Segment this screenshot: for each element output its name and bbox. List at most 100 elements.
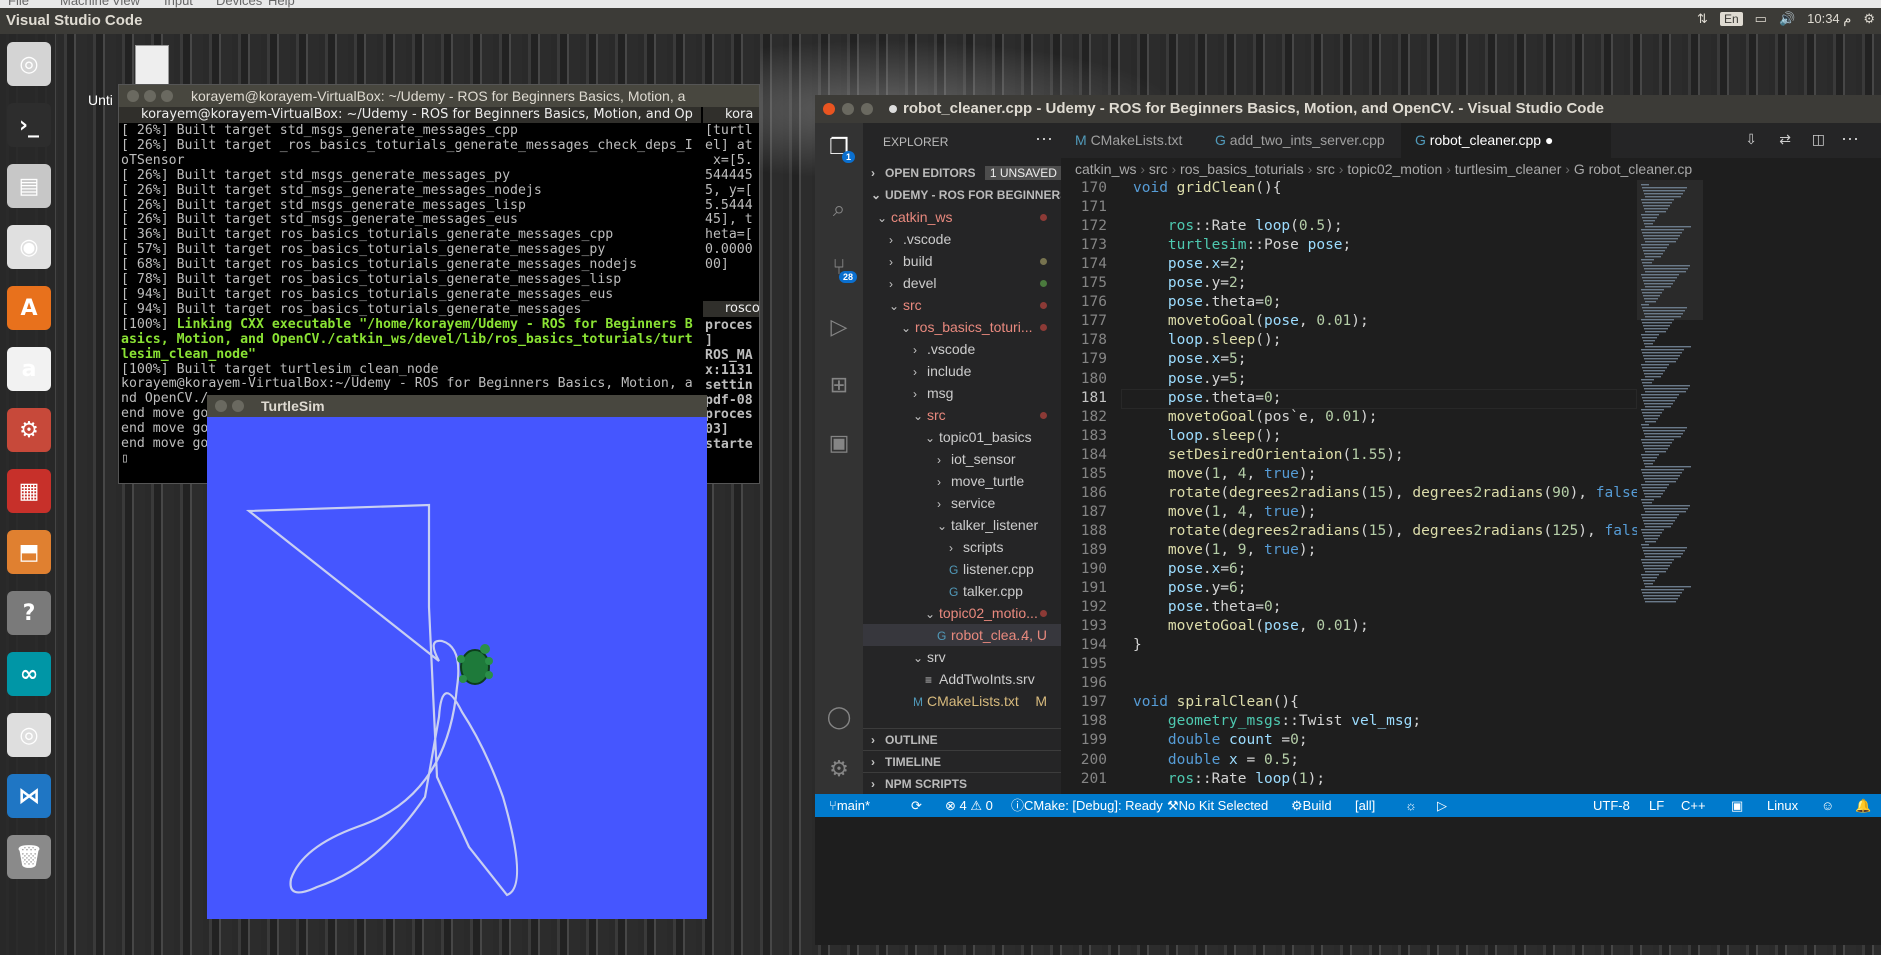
minimize-icon[interactable] [842,103,854,115]
folder-item[interactable]: › scripts [863,536,1061,558]
minimap[interactable] [1637,180,1703,794]
code-line[interactable]: movetoGoal(pose, 0.01); [1133,618,1369,634]
unsaved-dot-icon[interactable]: ● [1541,132,1553,148]
chrome-icon[interactable]: ◉ [7,225,51,269]
more-actions-icon[interactable]: ⋯ [1035,129,1053,150]
terminal-tab-1-label[interactable]: korayem@korayem-VirtualBox: ~/Udemy - RO… [141,107,693,122]
kit-selector[interactable]: ⚒ No Kit Selected [1167,794,1268,817]
folder-item[interactable]: › move_turtle [863,470,1061,492]
code-line[interactable]: double x = 0.5; [1133,752,1299,768]
files-icon[interactable]: ▤ [7,164,51,208]
gear-icon[interactable]: ⚙ [1863,11,1875,27]
code-line[interactable]: pose.y=6; [1133,580,1247,596]
launch-icon[interactable]: ▷ [1437,794,1447,817]
folder-item[interactable]: ⌄ catkin_ws [863,206,1061,228]
breadcrumb-item[interactable]: turtlesim_cleaner [1455,161,1562,177]
editor-tab[interactable]: G add_two_ints_server.cpp [1201,123,1401,158]
open-editors-section[interactable]: › OPEN EDITORS 1 UNSAVED [863,162,1061,184]
folder-item[interactable]: › .vscode [863,338,1061,360]
code-line[interactable]: turtlesim::Pose pose; [1133,237,1351,253]
code-line[interactable]: rotate(degrees2radians(15), degrees2radi… [1133,523,1637,539]
folder-item[interactable]: › msg [863,382,1061,404]
folder-item[interactable]: › build [863,250,1061,272]
code-line[interactable]: rotate(degrees2radians(15), degrees2radi… [1133,485,1637,501]
terminal-icon[interactable]: ›_ [7,103,51,147]
amazon-icon[interactable]: a [7,347,51,391]
sidebar-section[interactable]: › NPM SCRIPTS [863,772,1061,794]
vscode-icon[interactable]: ⋈ [7,774,51,818]
sidebar-section[interactable]: › TIMELINE [863,750,1061,772]
remote-explorer-icon[interactable]: ▣ [825,429,853,457]
trash-icon[interactable]: 🗑 [7,835,51,879]
code-line[interactable]: loop.sleep(); [1133,428,1282,444]
help-icon[interactable]: ? [7,591,51,635]
code-line[interactable]: } [1133,637,1142,653]
folder-item[interactable]: ⌄ topic02_motio... [863,602,1061,624]
maximize-icon[interactable] [861,103,873,115]
file-item[interactable]: M CMakeLists.txt M [863,690,1061,712]
desktop-file-icon[interactable] [135,45,169,85]
code-line[interactable]: ros::Rate loop(1); [1133,771,1325,787]
code-line[interactable]: double count =0; [1133,732,1308,748]
breadcrumb-item[interactable]: topic02_motion [1347,161,1442,177]
search-icon[interactable]: ⌕ [825,195,853,223]
terminal-tab-2-label[interactable]: kora [725,107,753,122]
breadcrumb-item[interactable]: G robot_cleaner.cp [1574,161,1692,177]
code-line[interactable]: movetoGoal(pos`e, 0.01); [1133,409,1378,425]
debug-icon[interactable]: ☼ [1405,794,1417,817]
software-center-icon[interactable]: A [7,286,51,330]
folder-item[interactable]: ⌄ talker_listener [863,514,1061,536]
code-line[interactable]: pose.x=6; [1133,561,1247,577]
code-line[interactable]: move(1, 4, true); [1133,504,1316,520]
editor-tab[interactable]: G robot_cleaner.cpp ● [1401,123,1611,158]
language-mode[interactable]: C++ [1681,794,1706,817]
host-menu-item[interactable]: View [112,0,140,8]
volume-icon[interactable]: 🔊 [1779,11,1795,27]
compare-icon[interactable]: ⇩ [1745,131,1757,148]
code-line[interactable]: pose.y=5; [1133,371,1247,387]
run-debug-icon[interactable]: ▷ [825,313,853,341]
roscore-tab-label[interactable]: rosco [725,301,759,316]
close-icon[interactable] [127,90,139,102]
manage-gear-icon[interactable]: ⚙ [825,755,853,783]
code-line[interactable]: void spiralClean(){ [1133,694,1299,710]
folder-item[interactable]: › service [863,492,1061,514]
folder-item[interactable]: ⌄ srv [863,646,1061,668]
code-line[interactable]: movetoGoal(pose, 0.01); [1133,313,1369,329]
file-item[interactable]: Gtalker.cpp [863,580,1061,602]
more-tab-actions-icon[interactable]: ⋯ [1841,129,1859,150]
folder-item[interactable]: ⌄ ros_basics_toturi... [863,316,1061,338]
code-line[interactable]: setDesiredOrientaion(1.55); [1133,447,1404,463]
system-monitor-icon[interactable]: ▦ [7,469,51,513]
terminal-icon[interactable]: ▣ [1731,794,1743,817]
code-line[interactable]: pose.x=5; [1133,351,1247,367]
code-line[interactable]: void gridClean(){ [1133,180,1281,196]
minimize-icon[interactable] [232,400,244,412]
code-line[interactable]: pose.theta=0; [1133,294,1282,310]
desktop-file-label[interactable]: Unti [88,92,113,108]
problems-indicator[interactable]: ⊗ 4 ⚠ 0 [945,794,993,817]
battery-icon[interactable]: ▭ [1755,11,1767,27]
host-menu-item[interactable]: Input [164,0,193,8]
host-menu-item[interactable]: Devices [216,0,262,8]
account-icon[interactable]: ◯ [825,703,853,731]
file-item[interactable]: Grobot_clea... 4, U [863,624,1061,646]
sync-icon[interactable]: ⟳ [911,794,922,817]
git-compare-icon[interactable]: ⇄ [1779,131,1791,148]
host-menu-item[interactable]: File [8,0,29,8]
eol[interactable]: LF [1649,794,1664,817]
build-target[interactable]: [all] [1355,794,1375,817]
feedback-icon[interactable]: ☺ [1821,794,1834,817]
code-editor[interactable]: 170 void gridClean(){171 172 ros::Rate loo… [1061,180,1637,794]
code-line[interactable]: loop.sleep(); [1133,332,1282,348]
dvd-icon[interactable]: ◎ [7,713,51,757]
os-indicator[interactable]: Linux [1767,794,1798,817]
folder-item[interactable]: ⌄ src [863,404,1061,426]
minimize-icon[interactable] [144,90,156,102]
terminal-output-roscore[interactable]: proces] ROS_MA x:1131 settin pdf-08 proces 03]… [705,318,759,479]
clock[interactable]: 10:34 م [1807,11,1851,27]
breadcrumb-item[interactable]: src [1149,161,1168,177]
encoding[interactable]: UTF-8 [1593,794,1630,817]
install-icon[interactable]: ⬒ [7,530,51,574]
code-line[interactable]: move(1, 4, true); [1133,466,1316,482]
